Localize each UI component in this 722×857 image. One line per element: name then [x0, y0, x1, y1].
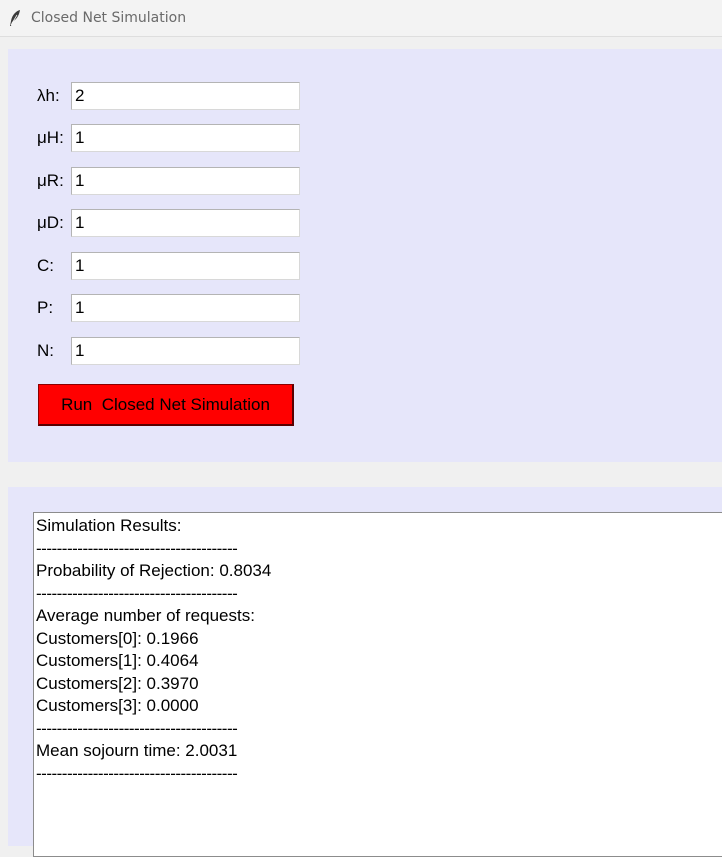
results-heading: Simulation Results:: [36, 516, 182, 535]
separator-line: ---------------------------------------: [36, 538, 238, 558]
customers-1-value: Customers[1]: 0.4064: [36, 651, 199, 670]
separator-line: ---------------------------------------: [36, 718, 238, 738]
customers-3-value: Customers[3]: 0.0000: [36, 696, 199, 715]
mu-d-label: μD:: [37, 213, 64, 232]
input-panel: λh: 2 μH: 1 μR: 1 μD: 1 C: 1 P: 1 N: 1 R…: [8, 49, 722, 462]
mean-sojourn-time: Mean sojourn time: 2.0031: [36, 741, 238, 760]
run-closed-net-simulation-button[interactable]: Run Closed Net Simulation: [38, 384, 294, 426]
mu-d-input[interactable]: 1: [71, 209, 300, 237]
mu-r-label: μR:: [37, 171, 64, 190]
p-input[interactable]: 1: [71, 294, 300, 322]
mu-r-input[interactable]: 1: [71, 167, 300, 195]
mu-h-label: μH:: [37, 128, 64, 147]
separator-line: ---------------------------------------: [36, 763, 238, 783]
mu-h-input[interactable]: 1: [71, 124, 300, 152]
p-label: P:: [37, 298, 54, 317]
customers-0-value: Customers[0]: 0.1966: [36, 628, 199, 648]
title-bar: Closed Net Simulation: [0, 0, 722, 37]
results-text-area[interactable]: Simulation Results: --------------------…: [33, 512, 722, 857]
rejection-probability: Probability of Rejection: 0.8034: [36, 561, 272, 580]
lambda-h-input[interactable]: 2: [71, 82, 300, 110]
n-label: N:: [37, 341, 54, 360]
c-input[interactable]: 1: [71, 252, 300, 280]
average-requests-heading: Average number of requests:: [36, 606, 255, 625]
n-input[interactable]: 1: [71, 337, 300, 365]
output-panel: Simulation Results: --------------------…: [8, 487, 722, 857]
customers-2-value: Customers[2]: 0.3970: [36, 673, 199, 693]
c-label: C:: [37, 256, 54, 275]
window-title: Closed Net Simulation: [31, 10, 187, 26]
separator-line: ---------------------------------------: [36, 583, 238, 603]
lambda-h-label: λh:: [37, 86, 60, 105]
feather-icon: [10, 10, 20, 26]
